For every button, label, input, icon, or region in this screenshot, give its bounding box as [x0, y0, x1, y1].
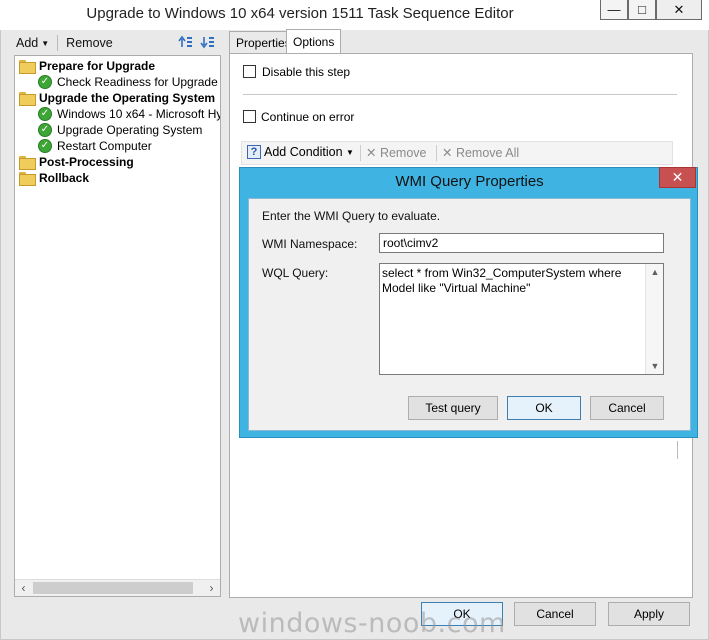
- tree-step-label: Windows 10 x64 - Microsoft Hyper: [57, 107, 220, 121]
- tree-group-post-processing[interactable]: Post-Processing: [19, 154, 134, 170]
- tree-group-label: Rollback: [39, 171, 90, 185]
- x-icon: ✕: [442, 146, 456, 160]
- remove-condition-button[interactable]: ✕ Remove: [366, 145, 427, 160]
- folder-icon: [19, 92, 36, 106]
- tree-group-label: Post-Processing: [39, 155, 134, 169]
- scroll-down-icon[interactable]: ▼: [646, 358, 664, 374]
- remove-all-label: Remove All: [455, 146, 520, 160]
- tree-step-upgrade-operating-system[interactable]: ✓ Upgrade Operating System: [38, 122, 202, 138]
- tree-group-label: Upgrade the Operating System: [39, 91, 216, 105]
- tree-step-check-readiness[interactable]: ✓ Check Readiness for Upgrade: [38, 74, 218, 90]
- folder-icon: [19, 60, 36, 74]
- minimize-button[interactable]: —: [600, 0, 628, 20]
- disable-step-label: Disable this step: [262, 65, 351, 79]
- scroll-up-icon[interactable]: ▲: [646, 264, 664, 280]
- scroll-left-icon[interactable]: ‹: [15, 580, 32, 596]
- remove-all-conditions-button[interactable]: ✕ Remove All: [442, 145, 519, 160]
- tree-step-restart-computer[interactable]: ✓ Restart Computer: [38, 138, 152, 154]
- scroll-thumb[interactable]: [33, 582, 193, 594]
- tree-step-label: Check Readiness for Upgrade: [57, 75, 218, 89]
- green-check-icon: ✓: [38, 139, 52, 153]
- tree-group-rollback[interactable]: Rollback: [19, 170, 89, 186]
- test-query-button[interactable]: Test query: [408, 396, 498, 420]
- continue-on-error-checkbox[interactable]: [243, 110, 256, 123]
- folder-icon: [19, 172, 36, 186]
- wmi-namespace-label: WMI Namespace:: [262, 237, 358, 251]
- tree-horizontal-scrollbar[interactable]: ‹ ›: [15, 579, 220, 596]
- remove-condition-label: Remove: [379, 146, 427, 160]
- chevron-down-icon[interactable]: ▼: [346, 148, 354, 157]
- window-title: Upgrade to Windows 10 x64 version 1511 T…: [86, 5, 514, 22]
- dialog-close-button[interactable]: ✕: [659, 167, 696, 188]
- folder-icon: [19, 156, 36, 170]
- remove-button[interactable]: Remove: [62, 36, 117, 50]
- tree-step-label: Upgrade Operating System: [57, 123, 203, 137]
- green-check-icon: ✓: [38, 75, 52, 89]
- scroll-right-icon[interactable]: ›: [203, 580, 220, 596]
- wql-vertical-scrollbar[interactable]: ▲ ▼: [645, 264, 663, 374]
- add-condition-icon[interactable]: ?: [247, 145, 261, 159]
- tree-group-upgrade-os[interactable]: Upgrade the Operating System: [19, 90, 215, 106]
- toolbar-divider: [436, 145, 437, 161]
- title-bar: Upgrade to Windows 10 x64 version 1511 T…: [0, 0, 709, 30]
- green-check-icon: ✓: [38, 123, 52, 137]
- dialog-title: WMI Query Properties: [395, 173, 544, 190]
- chevron-down-icon: ▼: [41, 39, 50, 49]
- continue-on-error-label: Continue on error: [261, 110, 355, 124]
- add-condition-button[interactable]: Add Condition: [264, 145, 343, 159]
- toolbar-divider: [57, 35, 59, 51]
- tree-group-prepare-for-upgrade[interactable]: Prepare for Upgrade: [19, 58, 155, 74]
- x-icon: ✕: [366, 146, 380, 160]
- wmi-namespace-input[interactable]: [379, 233, 664, 253]
- wql-query-textarea[interactable]: select * from Win32_ComputerSystem where…: [379, 263, 664, 375]
- options-divider: [243, 94, 677, 95]
- add-label: Add: [16, 36, 39, 50]
- disable-step-checkbox[interactable]: [243, 65, 256, 78]
- panel-edge-mark: [677, 441, 678, 459]
- green-check-icon: ✓: [38, 107, 52, 121]
- tree-step-label: Restart Computer: [57, 139, 152, 153]
- tree-group-label: Prepare for Upgrade: [39, 59, 156, 73]
- tree-step-windows-10-hyper[interactable]: ✓ Windows 10 x64 - Microsoft Hyper: [38, 106, 220, 122]
- wql-query-label: WQL Query:: [262, 266, 329, 280]
- close-button[interactable]: ✕: [656, 0, 702, 20]
- task-sequence-tree[interactable]: Prepare for Upgrade ✓ Check Readiness fo…: [14, 55, 221, 597]
- move-down-icon[interactable]: [200, 34, 216, 50]
- maximize-button[interactable]: □: [628, 0, 656, 20]
- apply-button[interactable]: Apply: [608, 602, 690, 626]
- toolbar-divider: [360, 145, 361, 161]
- add-menu-button[interactable]: Add ▼: [12, 36, 53, 50]
- dialog-ok-button[interactable]: OK: [507, 396, 581, 420]
- cancel-button[interactable]: Cancel: [514, 602, 596, 626]
- dialog-cancel-button[interactable]: Cancel: [590, 396, 664, 420]
- watermark: windows-noob.com: [238, 608, 506, 639]
- dialog-instructions: Enter the WMI Query to evaluate.: [262, 209, 441, 223]
- tab-options[interactable]: Options: [286, 29, 342, 54]
- move-up-icon[interactable]: [178, 34, 194, 50]
